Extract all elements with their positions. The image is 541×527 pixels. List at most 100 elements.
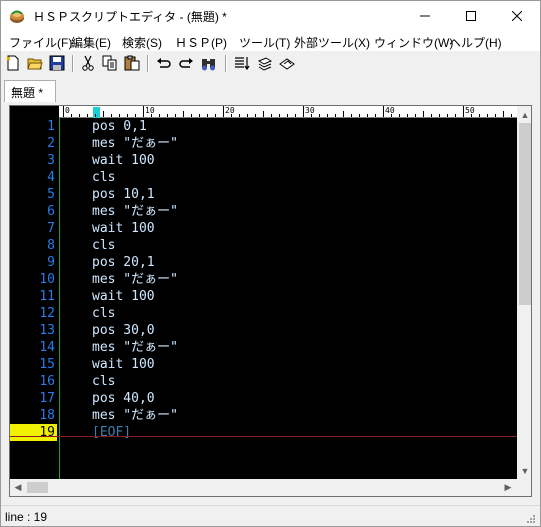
horizontal-scrollbar[interactable]: ◀ ▶ (10, 479, 517, 496)
code-line[interactable]: 17 pos 40,0 (10, 390, 517, 407)
scroll-right-arrow-icon[interactable]: ▶ (500, 479, 516, 496)
find-button[interactable] (200, 54, 218, 72)
code-line[interactable]: 9 pos 20,1 (10, 254, 517, 271)
code-text: mes "だぁー" (92, 204, 178, 219)
menu-file[interactable]: ファイル(F) (9, 34, 72, 51)
code-line[interactable]: 6 mes "だぁー" (10, 203, 517, 220)
ruler-tick (423, 111, 424, 117)
code-line[interactable]: 3 wait 100 (10, 152, 517, 169)
ruler-tick (95, 114, 96, 117)
compile-icon (257, 57, 273, 71)
ruler-tick (207, 114, 208, 117)
tab-label: 無題 * (11, 86, 44, 100)
ruler-tick (303, 106, 304, 117)
menu-edit[interactable]: 編集(E) (71, 34, 111, 51)
ruler-tick (415, 114, 416, 117)
ruler-tick (71, 114, 72, 117)
scroll-down-arrow-icon[interactable]: ▼ (517, 462, 531, 479)
code-text: wait 100 (92, 289, 155, 304)
menu-hsp[interactable]: ＨＳＰ(P) (175, 34, 227, 51)
new-file-button[interactable] (4, 54, 22, 72)
code-line[interactable]: 5 pos 10,1 (10, 186, 517, 203)
vertical-scroll-thumb[interactable] (519, 123, 531, 305)
ruler-label: 30 (305, 106, 315, 115)
ruler-tick (279, 114, 280, 117)
minimize-button[interactable] (402, 1, 448, 31)
run-icon (279, 58, 295, 70)
ruler-tick (487, 114, 488, 117)
code-editor[interactable]: 0 10 20 30 40 50 1 pos 0,1 2 mes "だぁー" 3 wait 100 4… (9, 105, 532, 497)
list-button[interactable] (233, 54, 251, 72)
cut-button[interactable] (79, 54, 97, 72)
open-file-button[interactable] (26, 54, 44, 72)
new-file-icon (6, 55, 19, 71)
close-button[interactable] (494, 1, 540, 31)
maximize-button[interactable] (448, 1, 494, 31)
line-number: 8 (47, 238, 55, 253)
list-icon (235, 57, 250, 71)
code-line[interactable]: 13 pos 30,0 (10, 322, 517, 339)
code-line[interactable]: 4 cls (10, 169, 517, 186)
code-line[interactable]: 2 mes "だぁー" (10, 135, 517, 152)
run-button[interactable] (278, 54, 296, 72)
code-line[interactable]: 12 cls (10, 305, 517, 322)
copy-button[interactable] (101, 54, 119, 72)
code-line[interactable]: 16 cls (10, 373, 517, 390)
code-line[interactable]: 11 wait 100 (10, 288, 517, 305)
menu-external-tools[interactable]: 外部ツール(X) (294, 34, 370, 51)
menu-help[interactable]: ヘルプ(H) (449, 34, 502, 51)
tab-untitled[interactable]: 無題 * (4, 80, 56, 102)
ruler-tick (383, 106, 384, 117)
code-text: pos 10,1 (92, 187, 155, 202)
menu-tools[interactable]: ツール(T) (239, 34, 290, 51)
ruler-tick (295, 114, 296, 117)
ruler-tick (111, 114, 112, 117)
ruler-tick (327, 114, 328, 117)
maximize-icon (466, 11, 476, 21)
code-line[interactable]: 14 mes "だぁー" (10, 339, 517, 356)
code-line[interactable]: 15 wait 100 (10, 356, 517, 373)
code-line[interactable]: 8 cls (10, 237, 517, 254)
line-number: 17 (39, 391, 55, 406)
code-text: mes "だぁー" (92, 136, 178, 151)
vertical-scrollbar[interactable]: ▲ ▼ (517, 106, 531, 479)
code-line[interactable]: 7 wait 100 (10, 220, 517, 237)
compile-button[interactable] (256, 54, 274, 72)
ruler-tick (199, 114, 200, 117)
code-text: cls (92, 238, 116, 253)
menu-window[interactable]: ウィンドウ(W) (374, 34, 453, 51)
save-icon (49, 55, 65, 71)
scroll-up-arrow-icon[interactable]: ▲ (517, 106, 531, 123)
redo-button[interactable] (177, 54, 195, 72)
ruler-tick (247, 114, 248, 117)
save-button[interactable] (48, 54, 66, 72)
ruler-tick (263, 111, 264, 117)
ruler-tick (167, 114, 168, 117)
resize-grip-icon[interactable] (524, 512, 536, 524)
line-number: 9 (47, 255, 55, 270)
code-line[interactable]: 10 mes "だぁー" (10, 271, 517, 288)
line-number: 14 (39, 340, 55, 355)
scroll-left-arrow-icon[interactable]: ◀ (10, 479, 26, 496)
ruler-tick (351, 114, 352, 117)
menu-search[interactable]: 検索(S) (122, 34, 162, 51)
code-line[interactable]: 18 mes "だぁー" (10, 407, 517, 424)
menu-bar: ファイル(F) 編集(E) 検索(S) ＨＳＰ(P) ツール(T) 外部ツール(… (1, 31, 540, 51)
paste-button[interactable] (123, 54, 141, 72)
code-line[interactable]: 19 [EOF] (10, 424, 517, 441)
undo-button[interactable] (155, 54, 173, 72)
line-number: 15 (39, 357, 55, 372)
code-text: mes "だぁー" (92, 408, 178, 423)
toolbar (1, 51, 540, 76)
ruler-tick (407, 114, 408, 117)
redo-icon (179, 58, 193, 68)
ruler-tick (375, 114, 376, 117)
ruler-tick (63, 106, 64, 117)
line-number: 3 (47, 153, 55, 168)
title-bar[interactable]: ＨＳＰスクリプトエディタ - (無題) * (1, 1, 540, 31)
ruler-tick (495, 114, 496, 117)
line-number: 2 (47, 136, 55, 151)
code-text: wait 100 (92, 221, 155, 236)
code-line[interactable]: 1 pos 0,1 (10, 118, 517, 135)
horizontal-scroll-thumb[interactable] (27, 482, 48, 493)
